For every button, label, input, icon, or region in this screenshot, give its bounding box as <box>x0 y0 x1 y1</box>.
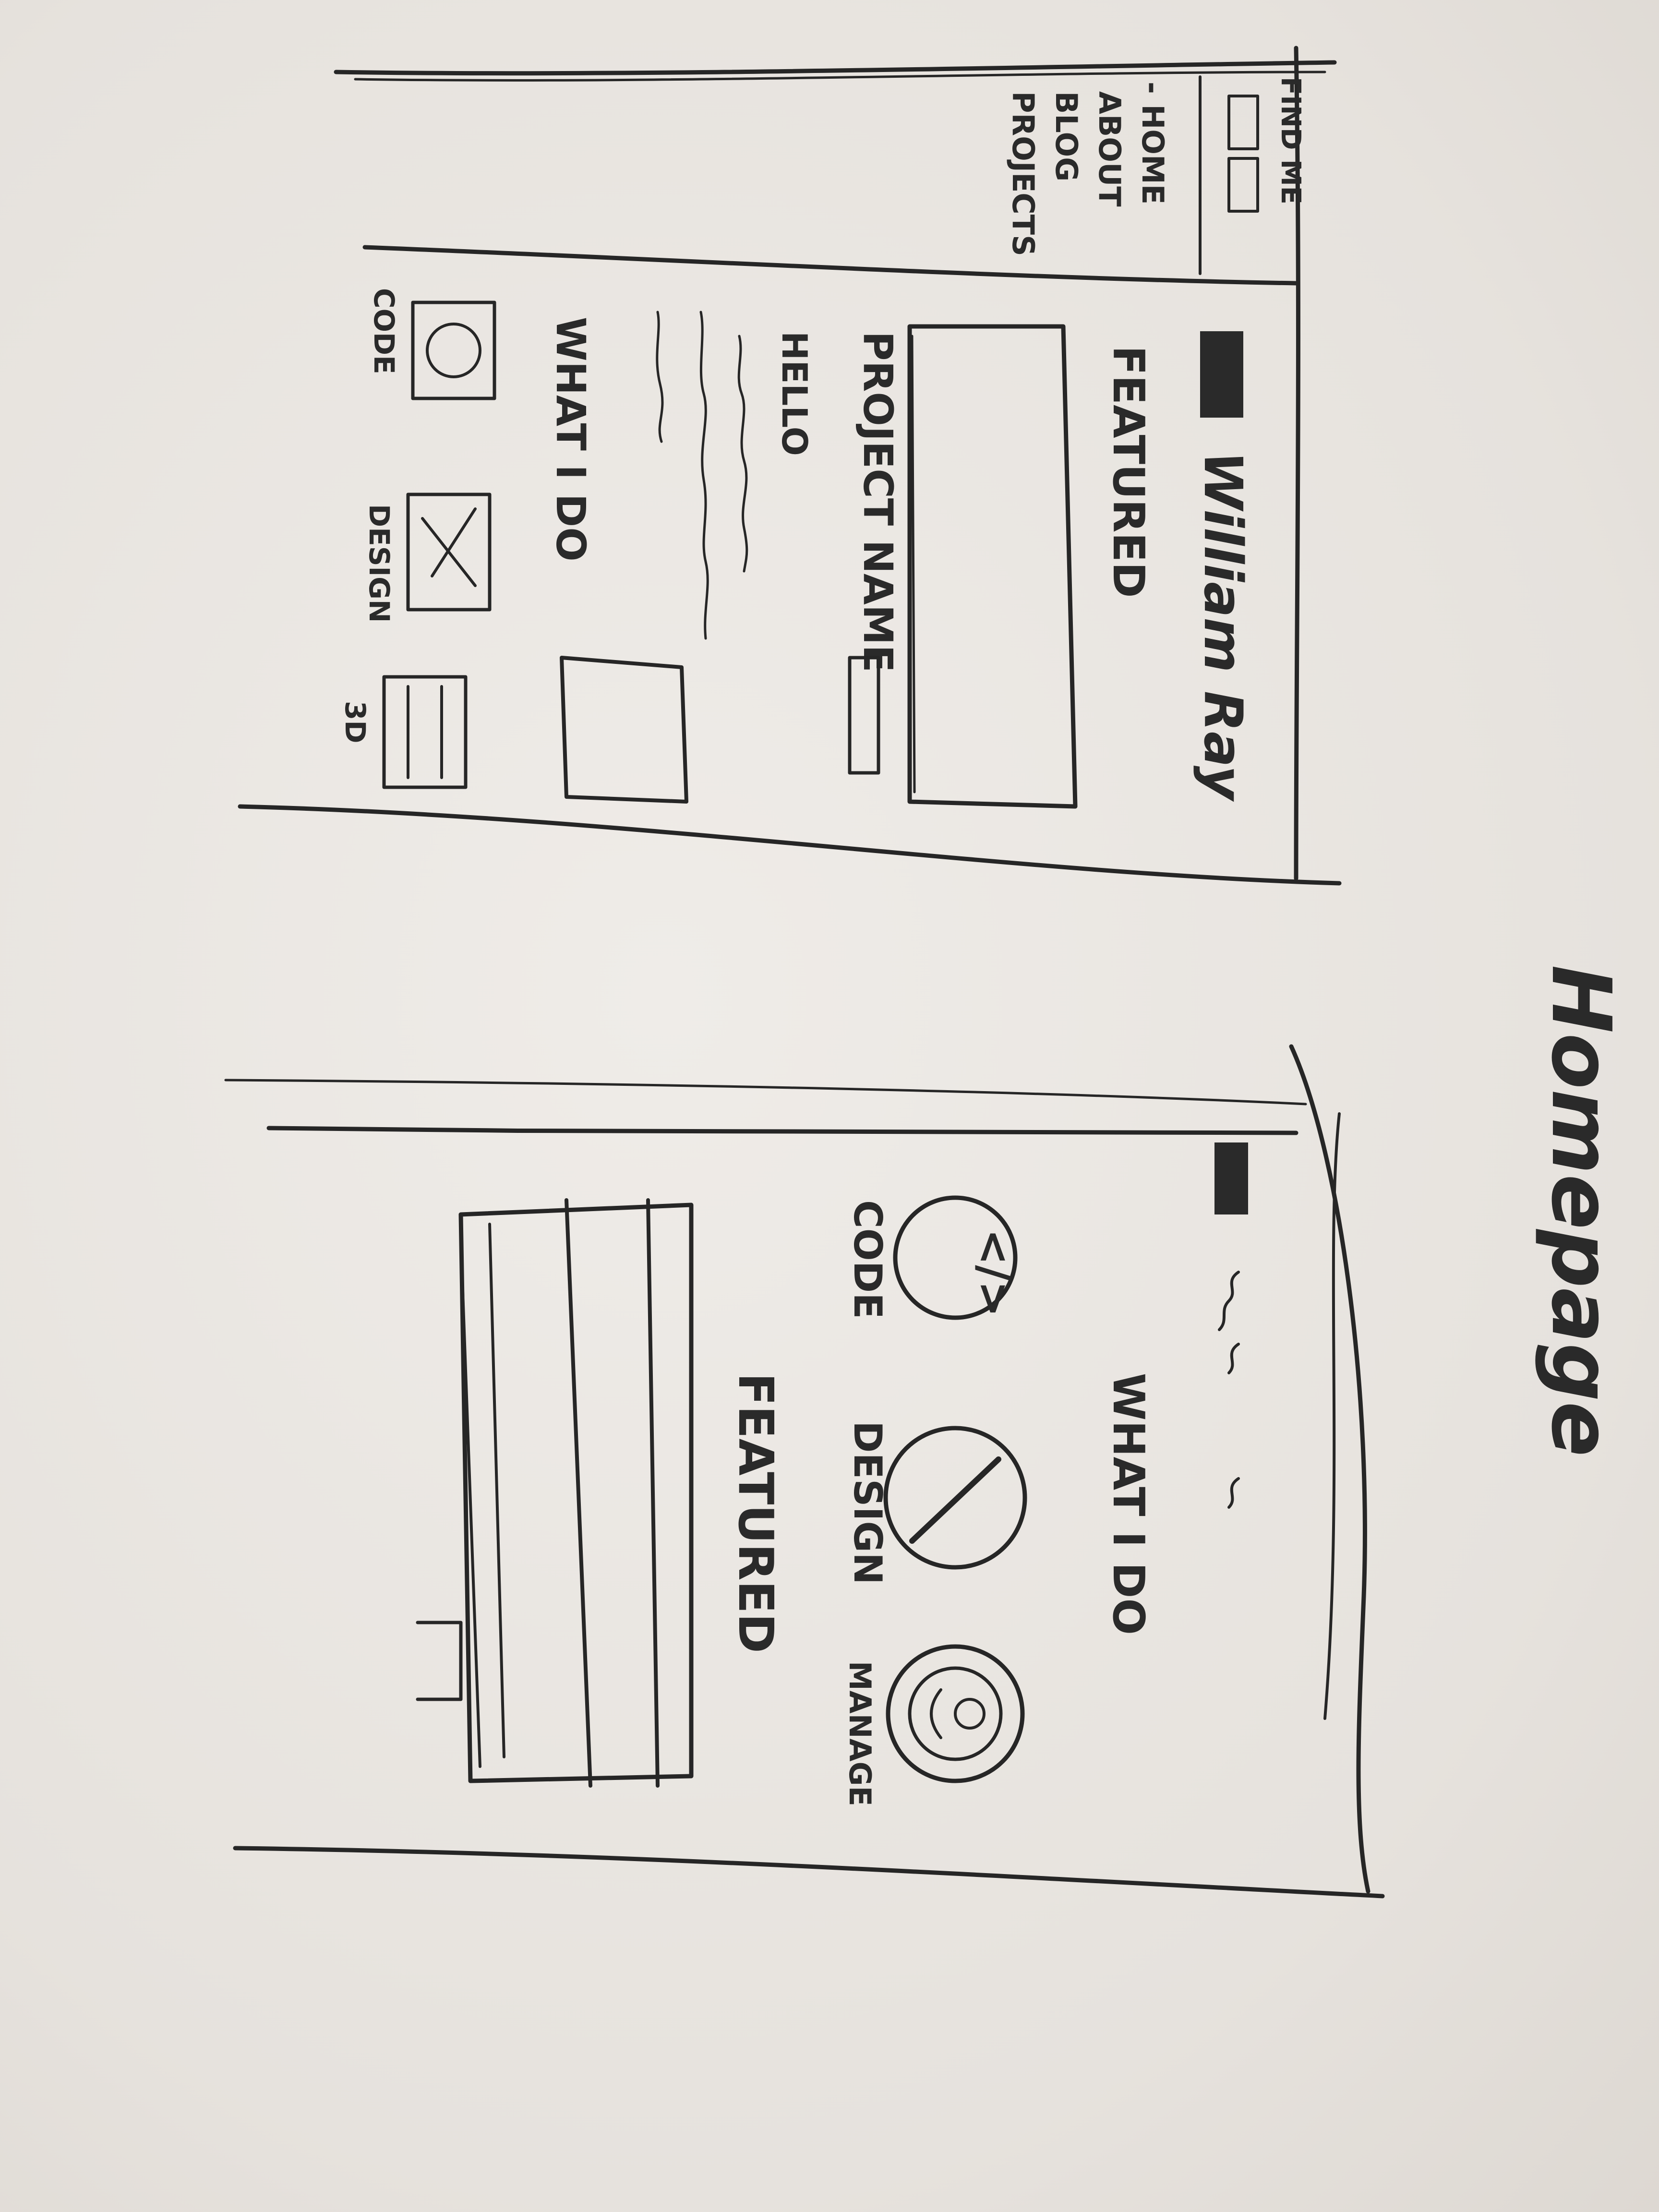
mobile-title-scribble <box>1218 1271 1240 1509</box>
name-heading: William Ray <box>1192 451 1254 802</box>
logo-text: FIND ME <box>1275 77 1306 204</box>
body-text-line-2 <box>699 311 709 640</box>
mobile-what-i-do-label: WHAT I DO <box>1103 1373 1154 1635</box>
featured-project-image[interactable] <box>907 324 1078 809</box>
body-text-line-1 <box>737 335 748 573</box>
mobile-logo <box>1214 1142 1248 1214</box>
mobile-code-glyph: </> <box>969 1229 1019 1317</box>
featured-label: FEATURED <box>1103 346 1154 598</box>
mobile-service-design[interactable]: DESIGN <box>845 1421 1027 1585</box>
desktop-wireframe: FIND ME - HOME ABOUT BLOG PROJECTS Willi… <box>238 46 1342 886</box>
name-heading-block: William Ray <box>1192 331 1254 802</box>
project-link-button[interactable] <box>848 656 880 775</box>
project-name[interactable]: PROJECT NAME <box>854 331 902 673</box>
featured-image-edge <box>911 335 916 793</box>
paper-sheet: Homepage FIND ME - HOME ABOUT BLOG PROJE… <box>0 0 1659 2212</box>
nav-item-blog[interactable]: BLOG <box>1049 91 1084 181</box>
mobile-frame-right <box>1289 1044 1370 1894</box>
mobile-frame-top-2 <box>224 1079 1307 1106</box>
mobile-service-label-manage: MANAGE <box>842 1661 878 1806</box>
desktop-nav: - HOME ABOUT BLOG PROJECTS <box>1006 82 1170 256</box>
service-label-design: DESIGN <box>363 504 396 623</box>
mobile-service-manage[interactable]: MANAGE <box>842 1644 1025 1806</box>
mobile-frame-top <box>266 1126 1298 1135</box>
service-code[interactable]: CODE <box>368 288 496 400</box>
service-label-3d: 3D <box>339 701 372 744</box>
header-divider <box>362 245 1298 286</box>
logo-block: FIND ME <box>1227 77 1306 213</box>
sketch-canvas: Homepage FIND ME - HOME ABOUT BLOG PROJE… <box>224 46 1628 1899</box>
service-design[interactable]: DESIGN <box>363 493 492 623</box>
hello-label: HELLO <box>774 331 815 456</box>
featured-card-lines <box>565 1198 660 1788</box>
featured-card-tab <box>416 1621 463 1701</box>
nav-item-home[interactable]: - HOME <box>1135 82 1170 204</box>
body-text-line-3 <box>656 311 664 443</box>
avatar <box>1200 331 1243 418</box>
mobile-service-label-code: CODE <box>845 1200 890 1319</box>
about-photo <box>560 656 688 804</box>
mobile-service-label-design: DESIGN <box>845 1421 890 1585</box>
desktop-frame-bottom <box>238 804 1342 886</box>
mobile-frame-bottom <box>233 1846 1385 1899</box>
mobile-featured-card[interactable] <box>416 1198 694 1788</box>
mobile-featured-label: FEATURED <box>728 1373 784 1653</box>
mobile-services: </> CODE DESIGN MANAGE <box>842 1195 1027 1806</box>
what-i-do-label: WHAT I DO <box>547 317 594 562</box>
mobile-wireframe: WHAT I DO </> CODE DESIGN MANAGE FEATURE… <box>224 1044 1385 1899</box>
service-3d[interactable]: 3D <box>339 675 468 789</box>
mobile-service-code[interactable]: </> CODE <box>845 1195 1019 1320</box>
code-icon <box>411 301 496 400</box>
logo-mark <box>1227 95 1259 213</box>
cube-icon <box>382 675 468 789</box>
service-label-code: CODE <box>368 288 400 374</box>
desktop-services: CODE DESIGN 3D <box>339 288 496 789</box>
nav-item-projects[interactable]: PROJECTS <box>1006 91 1041 256</box>
nav-item-about[interactable]: ABOUT <box>1092 91 1127 207</box>
page-title: Homepage <box>1533 965 1628 1457</box>
